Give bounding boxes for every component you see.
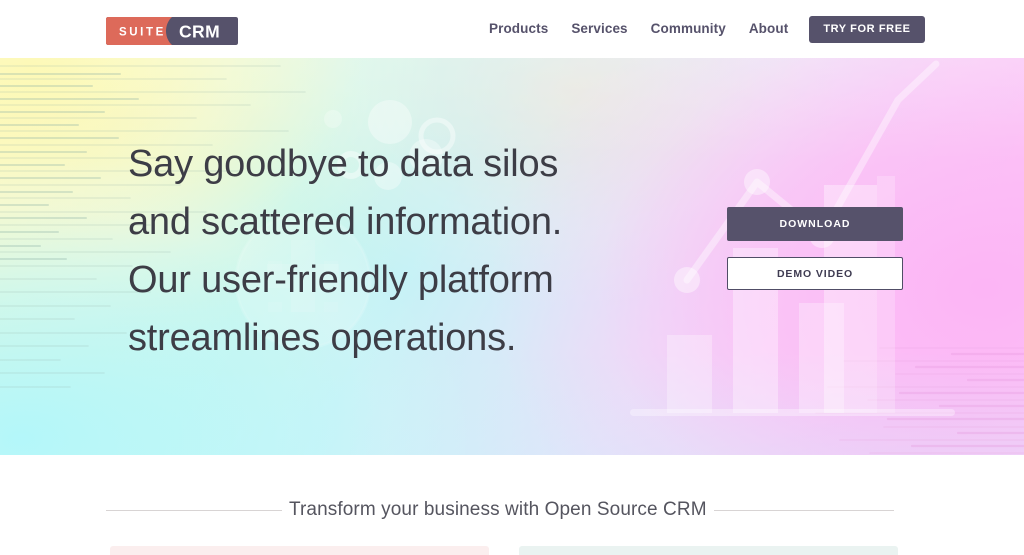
hero-cta-group: DOWNLOAD DEMO VIDEO (727, 207, 903, 290)
logo-svg: SUITE CRM (106, 17, 238, 45)
tagline-row: Transform your business with Open Source… (106, 499, 918, 521)
download-button[interactable]: DOWNLOAD (727, 207, 903, 241)
suitecrm-logo[interactable]: SUITE CRM (106, 17, 238, 45)
nav-item-services[interactable]: Services (571, 22, 627, 36)
nav-item-products[interactable]: Products (489, 22, 548, 36)
headline-line-2: and scattered information. (128, 201, 563, 243)
tagline-rule-left (106, 509, 282, 511)
main-navigation: Products Services Community About TRY FO… (489, 0, 925, 58)
hero-content: Say goodbye to data silos and scattered … (0, 58, 1024, 455)
site-header: SUITE CRM Products Services Community Ab… (0, 0, 1024, 58)
headline-line-3: Our user-friendly platform (128, 259, 554, 301)
feature-card-right[interactable] (519, 546, 898, 555)
tagline-rule-right (713, 509, 894, 511)
logo-suite-text: SUITE (119, 27, 166, 39)
hero-section: Say goodbye to data silos and scattered … (0, 58, 1024, 455)
demo-video-button[interactable]: DEMO VIDEO (727, 257, 903, 290)
intro-section: Transform your business with Open Source… (0, 455, 1024, 555)
nav-item-about[interactable]: About (749, 22, 788, 36)
logo-crm-text: CRM (179, 22, 220, 42)
try-for-free-button[interactable]: TRY FOR FREE (809, 15, 925, 43)
headline-line-1: Say goodbye to data silos (128, 143, 559, 185)
headline-line-4: streamlines operations. (128, 317, 517, 359)
nav-item-community[interactable]: Community (651, 22, 726, 36)
feature-cards-row (0, 546, 1024, 555)
tagline-text: Transform your business with Open Source… (289, 499, 707, 520)
feature-card-left[interactable] (110, 546, 489, 555)
hero-headline: Say goodbye to data silos and scattered … (128, 135, 648, 367)
